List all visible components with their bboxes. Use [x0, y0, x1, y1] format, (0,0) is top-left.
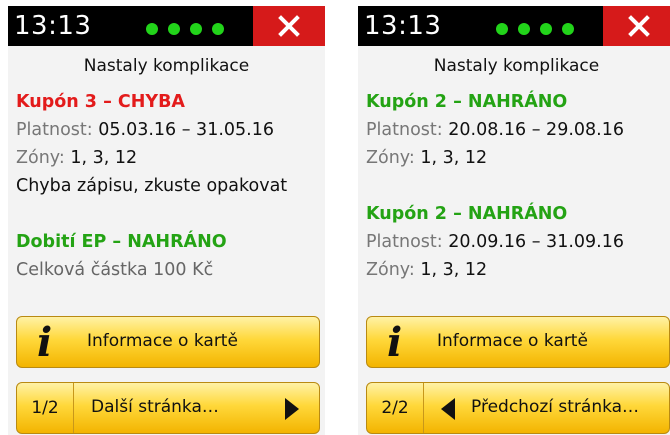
zones-label: Zóny:: [366, 260, 421, 280]
zones-value: 1, 3, 12: [420, 260, 488, 280]
coupon-validity: Platnost: 20.09.16 – 31.09.16: [366, 232, 624, 252]
card-info-button[interactable]: i Informace o kartě: [366, 316, 670, 368]
validity-label: Platnost:: [16, 120, 99, 140]
next-page-button[interactable]: 1/2 Další stránka…: [16, 382, 320, 434]
close-button[interactable]: [603, 6, 670, 46]
coupon-zones: Zóny: 1, 3, 12: [366, 260, 487, 280]
signal-dots-icon: [146, 20, 234, 39]
info-icon: i: [37, 319, 53, 366]
coupon-error-heading: Kupón 3 – CHYBA: [16, 92, 185, 112]
screen-title: Nastaly komplikace: [83, 56, 250, 76]
coupon-zones: Zóny: 1, 3, 12: [16, 148, 137, 168]
page-indicator: 2/2: [367, 383, 424, 433]
validity-label: Platnost:: [366, 232, 449, 252]
next-page-label: Další stránka…: [91, 397, 219, 417]
coupon-validity: Platnost: 05.03.16 – 31.05.16: [16, 120, 274, 140]
arrow-left-icon: [441, 398, 455, 420]
arrow-right-icon: [285, 398, 299, 420]
page-indicator: 1/2: [17, 383, 74, 433]
status-bar: 13:13: [8, 6, 325, 46]
previous-page-label: Předchozí stránka…: [471, 397, 640, 417]
topup-amount: Celková částka 100 Kč: [16, 260, 214, 280]
screen-page-1: 13:13 Nastaly komplikace Kupón 3 – CHYBA…: [8, 6, 325, 435]
validity-value: 20.08.16 – 29.08.16: [448, 120, 624, 140]
error-message: Chyba zápisu, zkuste opakovat: [16, 176, 288, 196]
clock: 13:13: [14, 11, 92, 41]
zones-label: Zóny:: [366, 148, 421, 168]
card-info-label: Informace o kartě: [437, 331, 588, 351]
screen-title: Nastaly komplikace: [433, 56, 600, 76]
zones-value: 1, 3, 12: [420, 148, 488, 168]
close-icon: [278, 15, 300, 37]
card-info-label: Informace o kartě: [87, 331, 238, 351]
zones-value: 1, 3, 12: [70, 148, 138, 168]
coupon-validity: Platnost: 20.08.16 – 29.08.16: [366, 120, 624, 140]
validity-label: Platnost:: [366, 120, 449, 140]
screen-page-2: 13:13 Nastaly komplikace Kupón 2 – NAHRÁ…: [358, 6, 670, 435]
signal-dots-icon: [496, 20, 584, 39]
topup-heading: Dobití EP – NAHRÁNO: [16, 232, 227, 252]
status-bar: 13:13: [358, 6, 670, 46]
close-button[interactable]: [253, 6, 325, 46]
zones-label: Zóny:: [16, 148, 71, 168]
coupon-zones: Zóny: 1, 3, 12: [366, 148, 487, 168]
coupon-heading: Kupón 2 – NAHRÁNO: [366, 204, 568, 224]
validity-value: 20.09.16 – 31.09.16: [448, 232, 624, 252]
close-icon: [628, 15, 650, 37]
previous-page-button[interactable]: 2/2 Předchozí stránka…: [366, 382, 670, 434]
info-icon: i: [387, 319, 403, 366]
card-info-button[interactable]: i Informace o kartě: [16, 316, 320, 368]
validity-value: 05.03.16 – 31.05.16: [98, 120, 274, 140]
clock: 13:13: [364, 11, 442, 41]
coupon-heading: Kupón 2 – NAHRÁNO: [366, 92, 568, 112]
